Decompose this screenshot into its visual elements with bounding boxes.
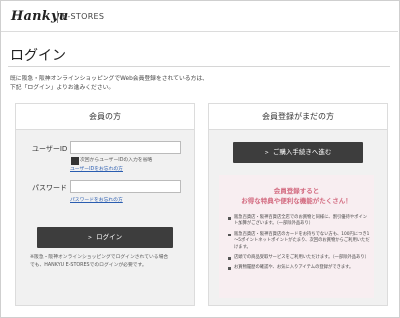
login-button-label: ログイン <box>96 233 123 241</box>
forgot-user-id-link[interactable]: ユーザーIDをお忘れの方 <box>70 165 123 172</box>
benefit-text: 阪急百貨店・阪神百貨店のカードをお持ちでない方も、100円につき1～5ポイントネ… <box>234 231 370 250</box>
list-item: お買物履歴の確認や、お気に入りアイテムの登録ができます。 <box>228 265 370 271</box>
user-id-label: ユーザーID <box>32 145 68 153</box>
intro-line: 既に阪急・阪神オンラインショッピングでWeb会員登録をされている方は、 <box>10 76 208 82</box>
list-item: 店頭での商品受取サービスをご利用いただけます。（一部除外品あり） <box>228 255 370 261</box>
benefits-title-line: 会員登録すると <box>273 187 320 195</box>
remember-id-label: 次回からユーザーIDの入力を省略 <box>80 158 153 163</box>
remember-id-checkbox[interactable] <box>71 157 79 165</box>
login-note: ※阪急・阪神オンラインショッピングでログインされている場合 でも、HANKYU … <box>30 254 190 270</box>
guest-panel: 会員登録がまだの方 > ご購入手続きへ進む 会員登録すると お得な特典や便利な機能… <box>208 103 388 306</box>
member-panel-heading: 会員の方 <box>16 104 194 130</box>
benefit-text: 店頭での商品受取サービスをご利用いただけます。（一部除外品あり） <box>234 255 369 261</box>
chevron-right-icon: > <box>264 150 269 156</box>
list-item: 阪急百貨店・阪神百貨店全店でのお買物と同様に、割引優待やポイント加算がございます… <box>228 215 370 228</box>
forgot-password-link[interactable]: パスワードをお忘れの方 <box>70 196 123 203</box>
bullet-icon <box>228 233 231 237</box>
benefits-title: 会員登録すると お得な特典や便利な機能がたくさん！ <box>219 186 374 206</box>
list-item: 阪急百貨店・阪神百貨店のカードをお持ちでない方も、100円につき1～5ポイントネ… <box>228 232 370 251</box>
password-label: パスワード <box>32 184 67 192</box>
bullet-icon <box>228 217 231 220</box>
chevron-right-icon: > <box>87 235 93 241</box>
benefits-list: 阪急百貨店・阪神百貨店全店でのお買物と同様に、割引優待やポイント加算がございます… <box>228 215 370 276</box>
title-divider <box>8 66 390 67</box>
password-input[interactable] <box>70 180 181 193</box>
bullet-icon <box>228 257 231 260</box>
member-benefits-box: 会員登録すると お得な特典や便利な機能がたくさん！ 阪急百貨店・阪神百貨店全店で… <box>219 175 374 298</box>
member-login-panel: 会員の方 ユーザーID 次回からユーザーIDの入力を省略 ユーザーIDをお忘れの… <box>15 103 195 306</box>
intro-text: 既に阪急・阪神オンラインショッピングでWeb会員登録をされている方は、 下記「ロ… <box>10 75 208 93</box>
guest-panel-heading: 会員登録がまだの方 <box>209 104 387 130</box>
site-header: Hankyu E-STORES <box>1 1 398 32</box>
benefit-text: お買物履歴の確認や、お気に入りアイテムの登録ができます。 <box>234 265 354 271</box>
benefits-title-line: お得な特典や便利な機能がたくさん！ <box>241 197 352 205</box>
logo-divider <box>57 11 58 23</box>
proceed-purchase-label: ご購入手続きへ進む <box>272 148 332 156</box>
user-id-input[interactable] <box>70 141 181 154</box>
login-button[interactable]: > ログイン <box>37 227 173 248</box>
benefit-text: 阪急百貨店・阪神百貨店全店でのお買物と同様に、割引優待やポイント加算がございます… <box>234 215 368 227</box>
logo-subtitle: E-STORES <box>62 12 105 21</box>
note-line: ※阪急・阪神オンラインショッピングでログインされている場合 <box>30 255 169 260</box>
page-title: ログイン <box>10 48 66 64</box>
bullet-icon <box>228 267 231 271</box>
hankyu-logo[interactable]: Hankyu <box>11 9 68 24</box>
intro-line: 下記「ログイン」よりお進みください。 <box>10 85 115 91</box>
note-line: でも、HANKYU E-STORESでのログインが必要です。 <box>30 263 147 268</box>
proceed-purchase-button[interactable]: > ご購入手続きへ進む <box>233 142 363 163</box>
